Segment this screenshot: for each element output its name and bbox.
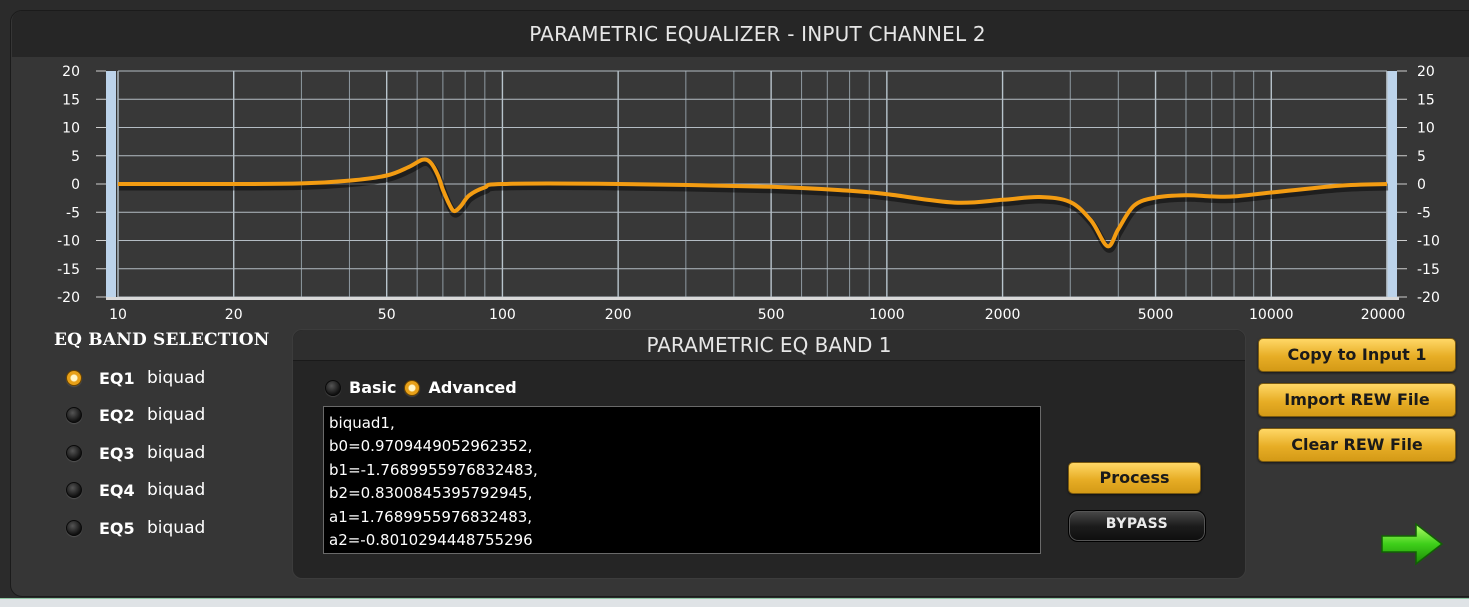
basic-mode-label[interactable]: Basic (349, 378, 396, 397)
y-tick-label-left: 5 (71, 149, 80, 165)
band-selection-heading: EQ BAND SELECTION (54, 330, 270, 350)
band-type: biquad (147, 443, 206, 463)
x-tick-label: 10000 (1249, 307, 1294, 323)
y-tick-label-right: -20 (1417, 290, 1440, 306)
coefficients-textarea[interactable]: biquad1, b0=0.9709449052962352, b1=-1.76… (323, 406, 1041, 554)
band-row-eq5[interactable]: EQ5 biquad (66, 516, 205, 540)
coefficients-text[interactable]: biquad1, b0=0.9709449052962352, b1=-1.76… (329, 412, 538, 552)
y-tick-label-left: -10 (57, 234, 80, 250)
x-tick-label: 20000 (1361, 307, 1406, 323)
eq3-radio[interactable] (66, 445, 82, 461)
x-tick-label: 10 (109, 307, 127, 323)
advanced-mode-radio[interactable] (404, 379, 421, 396)
x-tick-label: 200 (605, 307, 632, 323)
y-tick-label-left: -15 (57, 262, 80, 278)
band-type: biquad (147, 405, 206, 425)
band-id: EQ3 (99, 443, 135, 463)
y-tick-label-right: 0 (1417, 177, 1426, 193)
band-id: EQ1 (99, 368, 135, 388)
eq-response-graph: 20151050-5-10-15-20 20151050-5-10-15-20 … (57, 64, 1440, 323)
eq5-radio[interactable] (66, 520, 82, 536)
left-boundary-bar (106, 71, 116, 297)
mode-selector: Basic Advanced (325, 378, 525, 397)
eq4-radio[interactable] (66, 482, 82, 498)
band-row-eq4[interactable]: EQ4 biquad (66, 478, 205, 502)
x-tick-label: 20 (225, 307, 243, 323)
y-tick-label-right: 15 (1417, 92, 1435, 108)
right-boundary-bar (1387, 71, 1397, 297)
y-tick-label-right: 20 (1417, 64, 1435, 80)
y-tick-label-left: 15 (62, 92, 80, 108)
y-axis-right: 20 15 10 5 0 -5 -10 -15 -20 (1397, 64, 1440, 306)
clear-rew-file-button[interactable]: Clear REW File (1258, 428, 1456, 462)
y-tick-label-left: 10 (62, 121, 80, 137)
y-tick-label-right: -5 (1417, 205, 1431, 221)
y-tick-label-right: -10 (1417, 234, 1440, 250)
band-row-eq2[interactable]: EQ2 biquad (66, 403, 205, 427)
y-tick-label-left: 20 (62, 64, 80, 80)
x-tick-label: 2000 (985, 307, 1021, 323)
x-tick-label: 1000 (869, 307, 905, 323)
y-tick-label-right: -15 (1417, 262, 1440, 278)
eq2-radio[interactable] (66, 407, 82, 423)
y-tick-label-right: 10 (1417, 121, 1435, 137)
band-type: biquad (147, 480, 206, 500)
arrow-right-icon[interactable] (1380, 522, 1446, 566)
bypass-button[interactable]: BYPASS (1068, 510, 1206, 542)
eq1-radio[interactable] (66, 370, 82, 386)
band-type: biquad (147, 518, 206, 538)
y-tick-label-right: 5 (1417, 149, 1426, 165)
basic-mode-radio[interactable] (325, 379, 341, 396)
x-tick-label: 5000 (1138, 307, 1174, 323)
y-tick-label-left: 0 (71, 177, 80, 193)
x-tick-label: 100 (489, 307, 516, 323)
y-tick-label-left: -20 (57, 290, 80, 306)
graph-bottom-border (106, 297, 1399, 300)
x-tick-label: 500 (758, 307, 785, 323)
band-row-eq3[interactable]: EQ3 biquad (66, 441, 205, 465)
import-rew-file-button[interactable]: Import REW File (1258, 383, 1456, 417)
band-row-eq1[interactable]: EQ1 biquad (66, 366, 205, 390)
x-axis: 10 20 50 100 200 500 1000 2000 5000 10000 20000 (109, 307, 1405, 323)
band-type: biquad (147, 368, 206, 388)
band-id: EQ4 (99, 480, 135, 500)
y-axis-left: 20 15 10 5 0 -5 -10 -15 -20 (57, 64, 106, 306)
band-id: EQ5 (99, 518, 135, 538)
x-tick-label: 50 (378, 307, 396, 323)
equalizer-window: PARAMETRIC EQUALIZER - INPUT CHANNEL 2 2… (0, 0, 1469, 598)
advanced-mode-label[interactable]: Advanced (428, 378, 516, 397)
y-tick-label-left: -5 (66, 205, 80, 221)
panel-title: PARAMETRIC EQ BAND 1 (646, 333, 892, 357)
band-parameter-panel: PARAMETRIC EQ BAND 1 Basic Advanced biqu… (292, 329, 1246, 579)
band-id: EQ2 (99, 405, 135, 425)
process-button[interactable]: Process (1068, 462, 1201, 494)
panel-header: PARAMETRIC EQ BAND 1 (293, 330, 1245, 361)
copy-to-input-button[interactable]: Copy to Input 1 (1258, 338, 1456, 372)
